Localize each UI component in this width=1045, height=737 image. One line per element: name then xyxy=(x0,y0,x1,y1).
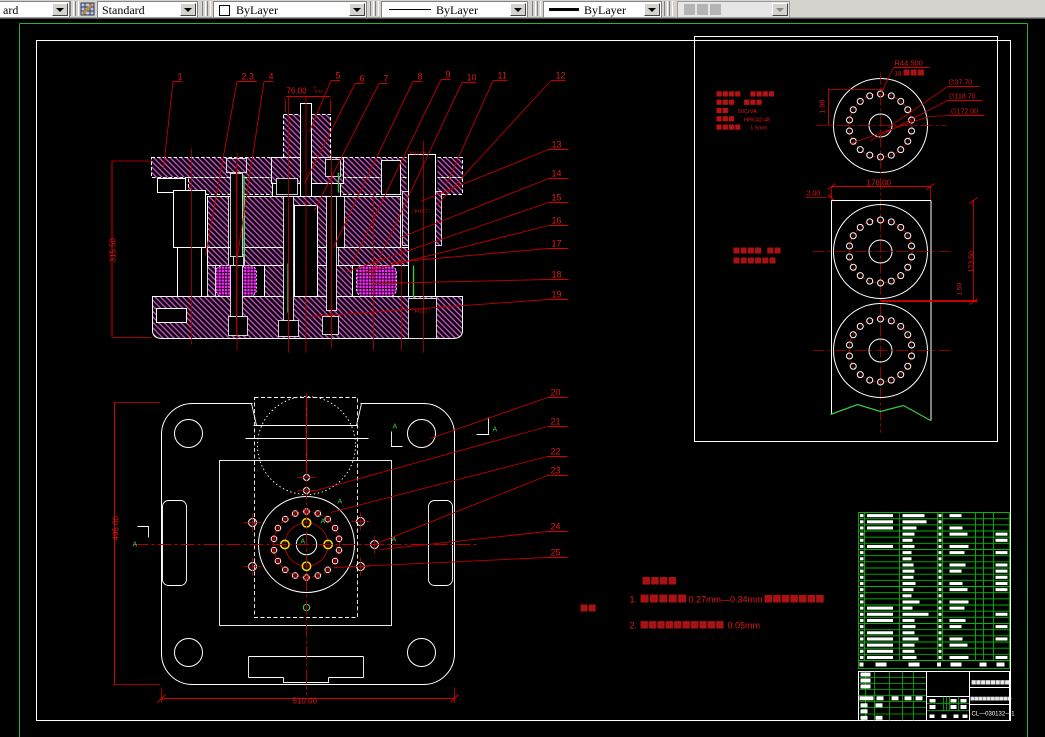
svg-text:∅118.70: ∅118.70 xyxy=(949,94,976,101)
svg-text:21: 21 xyxy=(551,417,561,427)
svg-text:4: 4 xyxy=(269,72,274,82)
svg-text:13: 13 xyxy=(552,140,562,150)
svg-text:25: 25 xyxy=(551,548,561,558)
svg-text:15: 15 xyxy=(552,193,562,203)
svg-text:17: 17 xyxy=(552,239,562,249)
svg-text:R44.500: R44.500 xyxy=(895,59,923,68)
svg-text:50CrVA: 50CrVA xyxy=(738,109,757,115)
svg-text:22: 22 xyxy=(551,447,561,457)
svg-text:2.00: 2.00 xyxy=(807,191,821,198)
svg-text:5: 5 xyxy=(336,71,341,81)
svg-text:23: 23 xyxy=(551,466,561,476)
svg-text:16: 16 xyxy=(552,216,562,226)
svg-text:19: 19 xyxy=(552,290,562,300)
svg-text:□M16□□: □M16□□ xyxy=(413,209,430,214)
svg-text:1.50: 1.50 xyxy=(957,282,964,295)
svg-text:9: 9 xyxy=(446,70,451,80)
svg-text:A: A xyxy=(393,424,398,431)
svg-text:12: 12 xyxy=(556,71,566,81)
svg-text:A: A xyxy=(133,542,138,549)
svg-text:510.00: 510.00 xyxy=(293,697,318,706)
svg-text:□M12-6H: □M12-6H xyxy=(408,151,427,156)
svg-text:1.: 1. xyxy=(630,595,638,605)
svg-text:1.98: 1.98 xyxy=(820,100,827,114)
svg-text:1: 1 xyxy=(178,72,183,82)
svg-text:173.50: 173.50 xyxy=(969,251,976,273)
svg-text:6: 6 xyxy=(360,74,365,84)
svg-text:18: 18 xyxy=(552,270,562,280)
svg-text:2.: 2. xyxy=(630,621,638,631)
svg-text:CL—030132—1: CL—030132—1 xyxy=(972,712,1016,718)
svg-text:HRC42-48: HRC42-48 xyxy=(744,117,770,123)
svg-text:∅37.70: ∅37.70 xyxy=(949,80,973,87)
svg-text:0.05mm: 0.05mm xyxy=(728,621,761,631)
svg-text:-0.02: -0.02 xyxy=(314,89,324,94)
svg-text:1.5mm: 1.5mm xyxy=(750,126,767,132)
svg-text:315.50: 315.50 xyxy=(109,237,118,262)
svg-text:18: 18 xyxy=(895,72,902,78)
svg-text:7: 7 xyxy=(384,74,389,84)
svg-text:∅172.00: ∅172.00 xyxy=(951,109,979,116)
svg-text:24: 24 xyxy=(551,522,561,532)
svg-text:20: 20 xyxy=(551,388,561,398)
svg-text:0.27mm—0.34mm: 0.27mm—0.34mm xyxy=(689,595,763,605)
svg-text:10: 10 xyxy=(467,73,477,83)
svg-text:2,3: 2,3 xyxy=(242,72,255,82)
svg-text:76.00: 76.00 xyxy=(287,87,308,96)
svg-text:A: A xyxy=(301,539,306,546)
svg-text:14: 14 xyxy=(552,169,562,179)
svg-text:A: A xyxy=(338,499,343,506)
svg-text:A: A xyxy=(493,427,498,434)
svg-text:A: A xyxy=(321,519,326,526)
svg-text:495.00: 495.00 xyxy=(112,515,121,540)
svg-text:8: 8 xyxy=(418,72,423,82)
svg-text:11: 11 xyxy=(498,71,507,81)
